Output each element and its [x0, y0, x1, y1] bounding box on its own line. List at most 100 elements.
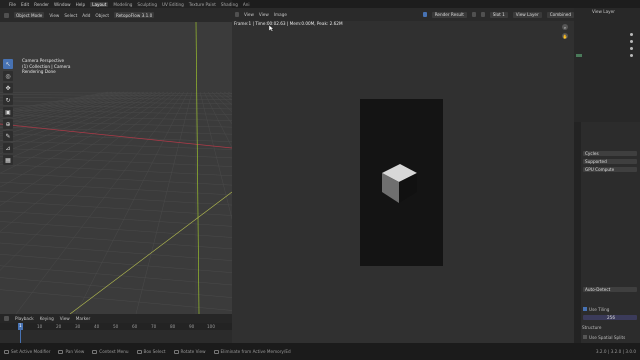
scale-tool-icon[interactable]: ▣: [3, 107, 13, 117]
use-tiling-checkbox[interactable]: [583, 307, 587, 311]
grid-line: [219, 91, 232, 101]
tile-size-field[interactable]: 256: [583, 315, 637, 320]
pan-hand-icon[interactable]: ✋: [562, 33, 568, 39]
feature-set-row[interactable]: Supported: [580, 159, 638, 165]
workspace-tab-shading[interactable]: Shading: [221, 2, 238, 7]
grid-line: [0, 265, 232, 286]
workspace-tab-animation[interactable]: Ani: [243, 2, 250, 7]
rendered-cube: [382, 164, 417, 203]
visibility-eye-icon[interactable]: [630, 33, 633, 36]
viewport-menu-select[interactable]: Select: [64, 13, 77, 18]
render-engine-dropdown[interactable]: Cycles: [583, 151, 637, 156]
view-layer-dropdown[interactable]: View Layer: [512, 11, 542, 18]
render-menu-image[interactable]: Image: [274, 12, 287, 17]
image-browse-icon[interactable]: [422, 12, 427, 17]
menu-help[interactable]: Help: [76, 2, 86, 7]
zoom-icon[interactable]: ⌕: [562, 24, 568, 30]
slot-dropdown[interactable]: Slot 1: [489, 11, 508, 18]
timeline-menu-marker[interactable]: Marker: [76, 316, 90, 321]
render-info-text: Frame:1 | Time:00:02.63 | Mem:0.00M, Pea…: [234, 21, 343, 26]
menu-file[interactable]: File: [9, 2, 16, 7]
outliner[interactable]: View Layer: [574, 8, 640, 116]
timeline-tick: 20: [56, 324, 62, 329]
annotate-tool-icon[interactable]: ✎: [3, 131, 13, 141]
render-engine-row[interactable]: Cycles: [580, 151, 638, 157]
status-hint: Eliminate from Active Memory/Ed: [213, 349, 291, 354]
workspace-tab-texture-paint[interactable]: Texture Paint: [189, 2, 216, 7]
grid-line: [207, 91, 232, 125]
spatial-splits-label: Use Spatial Splits: [589, 335, 626, 340]
add-cube-tool-icon[interactable]: ▦: [3, 155, 13, 165]
grid-line: [0, 91, 113, 114]
viewport-menu-view[interactable]: View: [49, 13, 59, 18]
tile-size-row[interactable]: 256: [580, 315, 638, 321]
grid-line: [0, 91, 133, 125]
timeline-ruler[interactable]: 10 20 30 40 50 60 70 80 90 100 1: [0, 323, 232, 330]
visibility-eye-icon[interactable]: [630, 54, 633, 57]
retopoflow-button[interactable]: RetopoFlow 3.1.0: [114, 12, 155, 18]
grid-line: [0, 181, 232, 196]
select-tool-icon[interactable]: ↖: [3, 59, 13, 69]
timeline-tick: 50: [113, 324, 119, 329]
workspace-tab-uv-editing[interactable]: UV Editing: [162, 2, 184, 7]
use-tiling-row[interactable]: Use Tiling: [580, 307, 638, 313]
measure-tool-icon[interactable]: ⊿: [3, 143, 13, 153]
denoise-row[interactable]: Auto-Detect: [580, 287, 638, 293]
image-new-icon[interactable]: [480, 12, 485, 17]
viewport-menu-object[interactable]: Object: [95, 13, 109, 18]
move-tool-icon[interactable]: ✥: [3, 83, 13, 93]
grid-line: [215, 91, 232, 106]
menu-edit[interactable]: Edit: [21, 2, 29, 7]
device-dropdown[interactable]: GPU Compute: [583, 167, 637, 172]
timeline-header: Playback Keying View Marker: [0, 314, 232, 323]
render-menu-view[interactable]: View: [244, 12, 254, 17]
rotate-tool-icon[interactable]: ↻: [3, 95, 13, 105]
workspace-tab-sculpting[interactable]: Sculpting: [137, 2, 157, 7]
grid-line: [0, 277, 232, 298]
grid-line: [199, 91, 232, 220]
visibility-eye-icon[interactable]: [630, 40, 633, 43]
menu-window[interactable]: Window: [54, 2, 71, 7]
status-hint: Pan View: [58, 349, 84, 354]
timeline-area[interactable]: 10 20 30 40 50 60 70 80 90 100 1: [0, 323, 232, 343]
timeline-editor-icon[interactable]: [4, 316, 9, 321]
version-text: 3.2.0 | 3.2.0 | 3.0.0: [595, 349, 636, 354]
visibility-eye-icon[interactable]: [630, 47, 633, 50]
3d-viewport[interactable]: ↖ ◎ ✥ ↻ ▣ ⊕ ✎ ⊿ ▦ Camera Perspective (1)…: [0, 22, 232, 314]
cursor-tool-icon[interactable]: ◎: [3, 71, 13, 81]
feature-set-dropdown[interactable]: Supported: [583, 159, 637, 164]
render-result-image[interactable]: [360, 99, 443, 266]
current-frame-indicator[interactable]: 1: [18, 323, 23, 330]
viewport-menu-add[interactable]: Add: [82, 13, 90, 18]
grid-line: [0, 191, 232, 206]
pass-dropdown[interactable]: Combined: [546, 11, 575, 18]
timeline-tick: 80: [170, 324, 176, 329]
workspace-tab-layout[interactable]: Layout: [90, 1, 109, 7]
menu-render[interactable]: Render: [34, 2, 49, 7]
transform-tool-icon[interactable]: ⊕: [3, 119, 13, 129]
grid-line: [0, 91, 165, 174]
structure-section[interactable]: Structure: [580, 325, 638, 331]
object-mode-dropdown[interactable]: Object Mode: [14, 12, 45, 18]
grid-line: [0, 91, 141, 132]
view-name-text: Camera Perspective: [22, 58, 65, 63]
timeline-menu-keying[interactable]: Keying: [40, 316, 54, 321]
timeline-tick: 90: [189, 324, 195, 329]
timeline-menu-playback[interactable]: Playback: [15, 316, 34, 321]
timeline-menu-view[interactable]: View: [60, 316, 70, 321]
image-name-field[interactable]: Render Result: [431, 11, 467, 18]
status-hint: Rotate View: [173, 349, 206, 354]
timeline-tick: 30: [75, 324, 81, 329]
workspace-tab-modeling[interactable]: Modeling: [113, 2, 132, 7]
image-pin-icon[interactable]: [471, 12, 476, 17]
denoise-dropdown[interactable]: Auto-Detect: [583, 287, 637, 292]
spatial-splits-checkbox[interactable]: [583, 335, 587, 339]
device-row[interactable]: GPU Compute: [580, 167, 638, 173]
image-editor-icon[interactable]: [235, 12, 239, 17]
editor-type-icon[interactable]: [4, 12, 9, 18]
grid-line: [0, 91, 157, 155]
timeline-tick: 60: [132, 324, 138, 329]
spatial-splits-row[interactable]: Use Spatial Splits: [580, 335, 638, 341]
viewport-info-overlay: Camera Perspective (1) Collection | Came…: [22, 58, 70, 75]
render-menu-view-2[interactable]: View: [259, 12, 269, 17]
